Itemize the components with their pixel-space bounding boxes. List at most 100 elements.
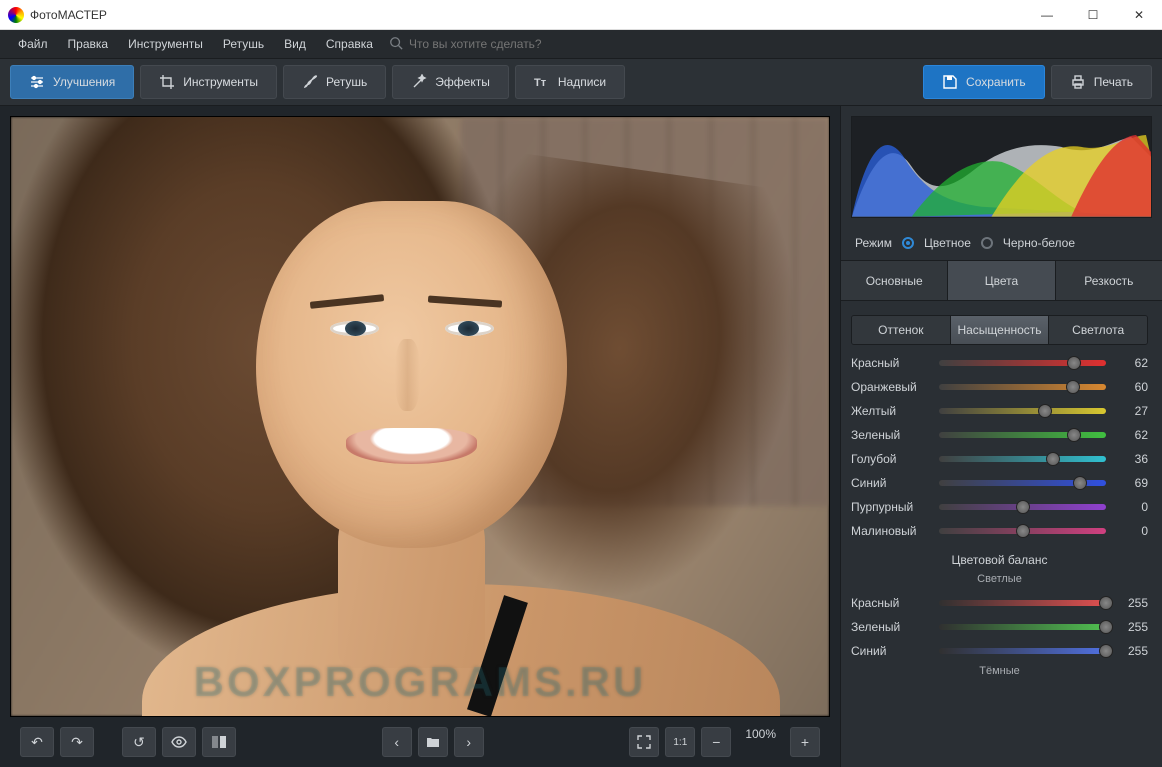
slider-track[interactable] (939, 456, 1106, 462)
image-canvas[interactable]: BOXPROGRAMS.RU (10, 116, 830, 717)
text-icon: Tᴛ (534, 74, 550, 90)
undo-button[interactable]: ↶ (20, 727, 54, 757)
tab-colors[interactable]: Цвета (948, 261, 1055, 300)
search-icon (389, 36, 403, 53)
menu-view[interactable]: Вид (274, 33, 316, 55)
slider-thumb[interactable] (1016, 524, 1030, 538)
mode-bw-radio[interactable] (981, 237, 993, 249)
slider-label: Желтый (851, 404, 931, 418)
slider-track[interactable] (939, 648, 1106, 654)
toolbar-enhance[interactable]: Улучшения (10, 65, 134, 99)
zoom-out-button[interactable]: − (701, 727, 731, 757)
slider-thumb[interactable] (1073, 476, 1087, 490)
slider-value: 36 (1114, 452, 1148, 466)
compare-button[interactable] (202, 727, 236, 757)
slider-row: Синий 255 (841, 639, 1158, 663)
slider-row: Зеленый 62 (841, 423, 1158, 447)
zoom-in-button[interactable]: + (790, 727, 820, 757)
toolbar-effects[interactable]: Эффекты (392, 65, 509, 99)
redo-button[interactable]: ↷ (60, 727, 94, 757)
save-icon (942, 74, 958, 90)
mode-color-radio[interactable] (902, 237, 914, 249)
slider-track[interactable] (939, 504, 1106, 510)
photo-preview (11, 117, 829, 716)
slider-thumb[interactable] (1046, 452, 1060, 466)
fit-screen-button[interactable] (629, 727, 659, 757)
toolbar-label: Надписи (558, 75, 606, 89)
slider-label: Зеленый (851, 620, 931, 634)
mode-color-label[interactable]: Цветное (924, 236, 971, 250)
slider-thumb[interactable] (1067, 356, 1081, 370)
slider-thumb[interactable] (1038, 404, 1052, 418)
slider-label: Пурпурный (851, 500, 931, 514)
print-button[interactable]: Печать (1051, 65, 1152, 99)
slider-row: Малиновый0 (841, 519, 1158, 543)
mode-bw-label[interactable]: Черно-белое (1003, 236, 1075, 250)
bottom-toolbar: ↶ ↷ ↺ ‹ (10, 717, 830, 767)
search-input[interactable] (409, 37, 589, 51)
preview-toggle-button[interactable] (162, 727, 196, 757)
tab-sharpness[interactable]: Резкость (1056, 261, 1162, 300)
slider-thumb[interactable] (1099, 644, 1113, 658)
subtab-lightness[interactable]: Светлота (1049, 316, 1147, 344)
slider-track[interactable] (939, 384, 1106, 390)
slider-row: Зеленый255 (841, 615, 1158, 639)
slider-track[interactable] (939, 480, 1106, 486)
slider-value: 255 (1114, 644, 1148, 658)
slider-thumb[interactable] (1099, 596, 1113, 610)
slider-label: Зеленый (851, 428, 931, 442)
slider-row: Синий69 (841, 471, 1158, 495)
slider-label: Синий (851, 644, 931, 658)
menu-help[interactable]: Справка (316, 33, 383, 55)
app-icon (8, 7, 24, 23)
balance-dark-title: Тёмные (841, 663, 1158, 683)
slider-row: Красный255 (841, 591, 1158, 615)
slider-track[interactable] (939, 360, 1106, 366)
prev-image-button[interactable]: ‹ (382, 727, 412, 757)
slider-track[interactable] (939, 600, 1106, 606)
toolbar-text[interactable]: Tᴛ Надписи (515, 65, 625, 99)
slider-label: Голубой (851, 452, 931, 466)
slider-row: Желтый27 (841, 399, 1158, 423)
subtab-hue[interactable]: Оттенок (852, 316, 951, 344)
save-button[interactable]: Сохранить (923, 65, 1045, 99)
toolbar-retouch[interactable]: Ретушь (283, 65, 386, 99)
histogram[interactable] (851, 116, 1152, 218)
mode-label: Режим (855, 236, 892, 250)
toolbar-label: Улучшения (53, 75, 115, 89)
subtab-saturation[interactable]: Насыщенность (951, 316, 1050, 344)
slider-track[interactable] (939, 408, 1106, 414)
toolbar: Улучшения Инструменты Ретушь Эффекты Tᴛ … (0, 58, 1162, 106)
titlebar: ФотоМАСТЕР — ☐ ✕ (0, 0, 1162, 30)
brush-icon (302, 74, 318, 90)
tab-basic[interactable]: Основные (841, 261, 948, 300)
slider-track[interactable] (939, 432, 1106, 438)
slider-track[interactable] (939, 528, 1106, 534)
panel-tabs: Основные Цвета Резкость (841, 261, 1162, 301)
menu-edit[interactable]: Правка (58, 33, 119, 55)
close-button[interactable]: ✕ (1116, 0, 1162, 30)
slider-value: 62 (1114, 428, 1148, 442)
slider-value: 255 (1114, 596, 1148, 610)
reset-button[interactable]: ↺ (122, 727, 156, 757)
maximize-button[interactable]: ☐ (1070, 0, 1116, 30)
slider-track[interactable] (939, 624, 1106, 630)
print-icon (1070, 74, 1086, 90)
menu-retouch[interactable]: Ретушь (213, 33, 274, 55)
menu-tools[interactable]: Инструменты (118, 33, 213, 55)
toolbar-tools[interactable]: Инструменты (140, 65, 277, 99)
slider-thumb[interactable] (1067, 428, 1081, 442)
menu-file[interactable]: Файл (8, 33, 58, 55)
slider-thumb[interactable] (1016, 500, 1030, 514)
slider-thumb[interactable] (1066, 380, 1080, 394)
slider-value: 0 (1114, 524, 1148, 538)
wand-icon (411, 74, 427, 90)
open-folder-button[interactable] (418, 727, 448, 757)
slider-value: 69 (1114, 476, 1148, 490)
balance-title: Цветовой баланс (841, 543, 1158, 571)
slider-thumb[interactable] (1099, 620, 1113, 634)
actual-size-button[interactable]: 1:1 (665, 727, 695, 757)
minimize-button[interactable]: — (1024, 0, 1070, 30)
menubar: Файл Правка Инструменты Ретушь Вид Справ… (0, 30, 1162, 58)
next-image-button[interactable]: › (454, 727, 484, 757)
